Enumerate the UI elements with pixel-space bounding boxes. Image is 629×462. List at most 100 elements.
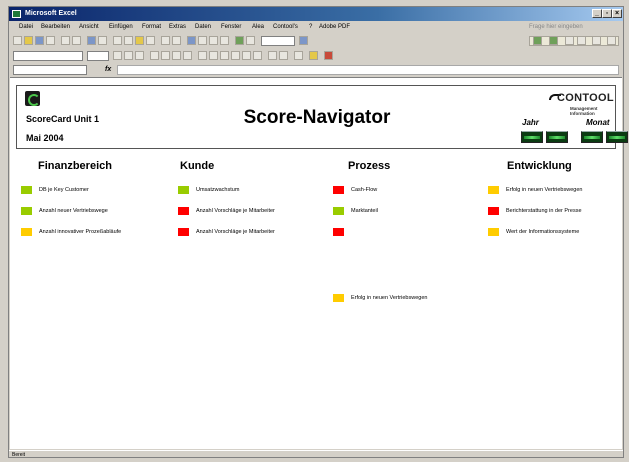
column-title-kunde: Kunde (180, 160, 215, 172)
name-box[interactable] (13, 65, 87, 75)
fx-icon[interactable]: fx (105, 64, 111, 76)
autosum-icon[interactable] (198, 36, 207, 45)
minimize-icon[interactable]: _ (592, 9, 602, 18)
font-color-icon[interactable] (324, 51, 333, 60)
increase-decimal-icon[interactable] (242, 51, 251, 60)
copy-icon[interactable] (124, 36, 133, 45)
month-next-button[interactable] (606, 131, 628, 143)
merge-center-icon[interactable] (183, 51, 192, 60)
help-search-input[interactable]: Frage hier eingeben (529, 23, 599, 32)
status-indicator (333, 207, 344, 215)
thousands-icon[interactable] (220, 51, 229, 60)
month-label: Monat (586, 118, 610, 127)
underline-icon[interactable] (135, 51, 144, 60)
custom-sigma-icon[interactable] (577, 36, 586, 45)
indicator-label: DB je Key Customer (39, 187, 89, 193)
menu-einfuegen[interactable]: Einfügen (109, 22, 133, 33)
indicator-label: Anzahl neuer Vertriebswege (39, 208, 108, 214)
menu-datei[interactable]: Datei (19, 22, 33, 33)
status-indicator (178, 207, 189, 215)
indicator-label: Cash-Flow (351, 187, 378, 193)
permission-icon[interactable] (46, 36, 55, 45)
decrease-indent-icon[interactable] (268, 51, 277, 60)
indicator-label: Erfolg in neuen Vertriebswegen (506, 187, 583, 193)
borders-icon[interactable] (294, 51, 303, 60)
indicator-label: Marktanteil (351, 208, 378, 214)
currency-icon[interactable] (198, 51, 207, 60)
status-indicator (488, 207, 499, 215)
euro-icon[interactable] (231, 51, 240, 60)
open-icon[interactable] (24, 36, 33, 45)
drawing-icon[interactable] (246, 36, 255, 45)
year-next-button[interactable] (546, 131, 568, 143)
bold-icon[interactable] (113, 51, 122, 60)
format-painter-icon[interactable] (146, 36, 155, 45)
menu-ansicht[interactable]: Ansicht (79, 22, 99, 33)
excel-app-icon (12, 10, 21, 18)
new-icon[interactable] (13, 36, 22, 45)
sort-descending-icon[interactable] (220, 36, 229, 45)
paste-icon[interactable] (135, 36, 144, 45)
indicator-label: Umsatzwachstum (196, 187, 240, 193)
align-center-icon[interactable] (161, 51, 170, 60)
status-indicator (488, 186, 499, 194)
standard-toolbar (9, 34, 623, 48)
chart-wizard-icon[interactable] (235, 36, 244, 45)
save-icon[interactable] (35, 36, 44, 45)
decrease-decimal-icon[interactable] (253, 51, 262, 60)
menu-fenster[interactable]: Fenster (221, 22, 241, 33)
custom-grid-icon[interactable] (533, 36, 542, 45)
italic-icon[interactable] (124, 51, 133, 60)
menu-format[interactable]: Format (142, 22, 161, 33)
percent-icon[interactable] (209, 51, 218, 60)
hyperlink-icon[interactable] (187, 36, 196, 45)
zoom-dropdown[interactable] (261, 36, 295, 46)
undo-icon[interactable] (161, 36, 170, 45)
year-prev-button[interactable] (521, 131, 543, 143)
indicator-label: Anzahl Vorschläge je Mitarbeiter (196, 208, 275, 214)
close-icon[interactable]: × (612, 9, 622, 18)
print-icon[interactable] (61, 36, 70, 45)
menu-daten[interactable]: Daten (195, 22, 211, 33)
print-preview-icon[interactable] (72, 36, 81, 45)
custom-target-icon[interactable] (592, 36, 601, 45)
menu-adobe-pdf[interactable]: Adobe PDF (319, 22, 350, 33)
status-indicator (333, 228, 344, 236)
status-indicator (21, 207, 32, 215)
custom-filter-icon[interactable] (565, 36, 574, 45)
status-indicator (333, 186, 344, 194)
align-right-icon[interactable] (172, 51, 181, 60)
column-title-finanzbereich: Finanzbereich (38, 160, 112, 172)
status-text: Bereit (12, 452, 26, 458)
restore-icon[interactable]: ▫ (602, 9, 612, 18)
window-title: Microsoft Excel (25, 10, 77, 17)
help-icon[interactable] (299, 36, 308, 45)
font-dropdown[interactable] (13, 51, 83, 61)
brand-name: CONTOOL (557, 92, 614, 104)
research-icon[interactable] (98, 36, 107, 45)
sort-ascending-icon[interactable] (209, 36, 218, 45)
indicator-label: Erfolg in neuen Vertriebswegen (351, 295, 428, 301)
cut-icon[interactable] (113, 36, 122, 45)
menu-bearbeiten[interactable]: Bearbeiten (41, 22, 70, 33)
custom-page-icon[interactable] (607, 36, 616, 45)
status-indicator (488, 228, 499, 236)
redo-icon[interactable] (172, 36, 181, 45)
align-left-icon[interactable] (150, 51, 159, 60)
menu-extras[interactable]: Extras (169, 22, 186, 33)
custom-chart-icon[interactable] (549, 36, 558, 45)
increase-indent-icon[interactable] (279, 51, 288, 60)
font-size-dropdown[interactable] (87, 51, 109, 61)
month-prev-button[interactable] (581, 131, 603, 143)
status-indicator (178, 186, 189, 194)
menu-contools[interactable]: Contool's (273, 22, 298, 33)
menu-alea[interactable]: Alea (252, 22, 264, 33)
fill-color-icon[interactable] (309, 51, 318, 60)
indicator-label: Berichterstattung in der Presse (506, 208, 582, 214)
formula-input[interactable] (117, 65, 619, 75)
column-title-entwicklung: Entwicklung (507, 160, 572, 172)
menu-help[interactable]: ? (309, 22, 312, 33)
spelling-icon[interactable] (87, 36, 96, 45)
worksheet[interactable]: ScoreCard Unit 1 Mai 2004 Score-Navigato… (10, 77, 628, 449)
scorecard-date: Mai 2004 (26, 133, 64, 143)
